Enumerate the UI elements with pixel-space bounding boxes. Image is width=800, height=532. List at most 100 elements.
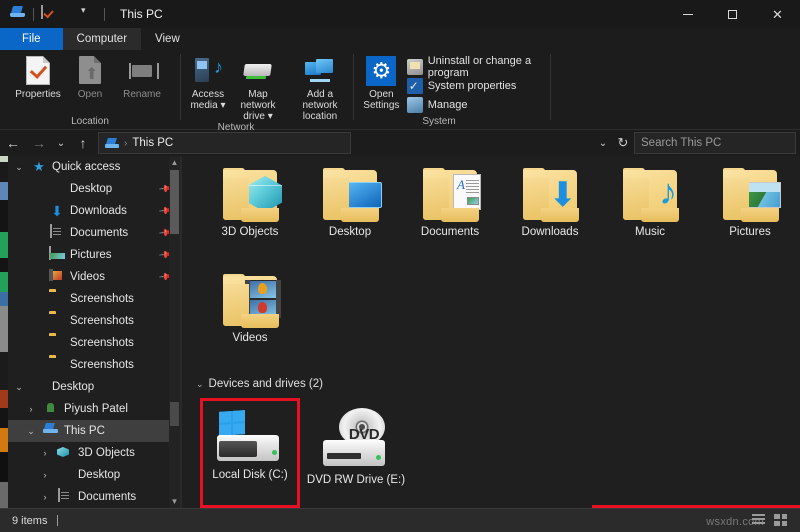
large-icons-view-icon[interactable] <box>774 513 790 528</box>
sidebar-item-label: 3D Objects <box>78 447 135 459</box>
chevron-down-icon[interactable]: ⌄ <box>196 379 204 390</box>
rename-button-label: Rename <box>123 89 161 100</box>
uninstall-or-change-program-button[interactable]: Uninstall or change a program <box>403 55 550 79</box>
sidebar-item-pictures[interactable]: › Pictures 📌 <box>8 244 180 266</box>
sidebar-item-documents[interactable]: › Documents 📌 <box>8 222 180 244</box>
details-view-icon[interactable] <box>752 513 768 528</box>
item-documents[interactable]: A Documents <box>400 162 500 268</box>
downloads-icon: ⬇ <box>51 203 63 219</box>
sidebar-item-label: Documents <box>78 491 137 503</box>
sidebar-item-screenshots-3[interactable]: › Screenshots <box>8 332 180 354</box>
map-network-drive-icon <box>242 56 274 86</box>
status-divider <box>57 515 59 526</box>
back-button[interactable]: ← <box>0 131 26 155</box>
maximize-button[interactable] <box>710 0 755 28</box>
chevron-right-icon[interactable]: › <box>38 470 52 480</box>
scroll-up-icon[interactable]: ▲ <box>169 156 180 169</box>
minimize-button[interactable] <box>665 0 710 28</box>
sidebar-item-documents-pc[interactable]: › Documents <box>8 486 180 508</box>
search-input[interactable]: Search This PC <box>634 132 796 154</box>
group-header-label: Devices and drives (2) <box>208 378 323 390</box>
item-music[interactable]: ♪ Music <box>600 162 700 268</box>
item-videos[interactable]: Videos <box>200 268 300 374</box>
item-label: Videos <box>232 332 268 344</box>
manage-button[interactable]: Manage <box>403 95 550 114</box>
this-pc-icon[interactable] <box>10 6 26 22</box>
sidebar-item-this-pc[interactable]: ⌄ This PC <box>8 420 180 442</box>
address-input[interactable]: › This PC <box>98 132 351 154</box>
folder-downloads-icon: ⬇ <box>517 168 583 222</box>
refresh-button[interactable]: ↻ <box>614 131 632 155</box>
open-settings-button[interactable]: ⚙ Open Settings <box>360 56 403 111</box>
navigation-pane[interactable]: ⌄ ★ Quick access › Desktop 📌 › ⬇ Downloa… <box>8 156 180 508</box>
tab-file[interactable]: File <box>0 28 63 50</box>
ribbon-group-location: Properties Open Rename Location <box>0 50 180 130</box>
sidebar-item-piyush-patel[interactable]: › Piyush Patel <box>8 398 180 420</box>
window-title: This PC <box>120 7 163 21</box>
item-dvd-rw-drive-e[interactable]: DVD DVD RW Drive (E:) <box>306 398 406 508</box>
map-network-drive-button[interactable]: Map network drive ▾ <box>231 56 285 122</box>
chevron-right-icon[interactable]: › <box>38 492 52 502</box>
recent-locations-button[interactable]: ⌄ <box>52 131 70 155</box>
sidebar-item-downloads[interactable]: › ⬇ Downloads 📌 <box>8 200 180 222</box>
delete-icon[interactable] <box>61 6 77 22</box>
forward-button[interactable]: → <box>26 131 52 155</box>
scroll-down-icon[interactable]: ▼ <box>169 495 180 508</box>
sidebar-item-label: Piyush Patel <box>64 403 128 415</box>
sidebar-item-quick-access[interactable]: ⌄ ★ Quick access <box>8 156 180 178</box>
ribbon-group-location-title: Location <box>71 116 109 127</box>
sidebar-item-videos[interactable]: › Videos 📌 <box>8 266 180 288</box>
rename-button[interactable]: Rename <box>116 56 168 100</box>
sidebar-item-screenshots-4[interactable]: › Screenshots <box>8 354 180 376</box>
breadcrumb-separator: › <box>124 137 128 149</box>
sidebar-item-3d-objects[interactable]: › 3D Objects <box>8 442 180 464</box>
sidebar-item-desktop[interactable]: › Desktop 📌 <box>8 178 180 200</box>
group-header-devices-and-drives[interactable]: ⌄ Devices and drives (2) <box>186 374 800 392</box>
pane-splitter[interactable] <box>180 156 182 508</box>
chevron-right-icon[interactable]: › <box>38 448 52 458</box>
window-controls: ✕ <box>665 0 800 28</box>
chevron-down-icon[interactable]: ⌄ <box>24 426 38 437</box>
open-button[interactable]: Open <box>64 56 116 100</box>
up-button[interactable]: ↑ <box>70 131 96 155</box>
ribbon-group-network-extra: Add a network location <box>291 50 353 130</box>
item-pictures[interactable]: Pictures <box>700 162 800 268</box>
sidebar-item-label: Desktop <box>70 183 113 195</box>
scrollbar-thumb[interactable] <box>170 170 179 234</box>
folders-grid: 3D Objects Desktop A Documents ⬇ Downloa… <box>186 156 800 374</box>
sidebar-item-label: Quick access <box>52 161 121 173</box>
sidebar-item-screenshots-2[interactable]: › Screenshots <box>8 310 180 332</box>
ribbon-group-network: ♪ Access media ▾ Map network drive ▾ Net… <box>181 50 291 133</box>
properties-button[interactable]: Properties <box>12 56 64 100</box>
documents-icon <box>58 488 60 502</box>
address-history-chevron-icon[interactable]: ⌄ <box>594 131 612 155</box>
add-network-location-button[interactable]: Add a network location <box>291 56 349 122</box>
sidebar-item-screenshots-1[interactable]: › Screenshots <box>8 288 180 310</box>
sidebar-item-label: Screenshots <box>70 315 134 327</box>
item-label: DVD RW Drive (E:) <box>306 474 406 486</box>
sidebar-scrollbar[interactable]: ▲ ▼ <box>169 156 180 508</box>
scrollbar-thumb-secondary[interactable] <box>170 402 179 426</box>
item-local-disk-c[interactable]: Local Disk (C:) <box>200 398 300 508</box>
sidebar-item-desktop-root[interactable]: ⌄ Desktop <box>8 376 180 398</box>
ribbon: Properties Open Rename Location <box>0 50 800 133</box>
sidebar-item-desktop-pc[interactable]: › Desktop <box>8 464 180 486</box>
folder-videos-icon <box>217 274 283 328</box>
close-button[interactable]: ✕ <box>755 0 800 28</box>
chevron-down-icon[interactable]: ⌄ <box>12 162 26 173</box>
sidebar-item-label: Screenshots <box>70 359 134 371</box>
open-button-label: Open <box>77 89 103 100</box>
customize-chevron-icon[interactable]: ▾ <box>81 6 97 22</box>
system-properties-button[interactable]: System properties <box>403 76 550 95</box>
access-media-button[interactable]: ♪ Access media ▾ <box>185 56 231 111</box>
item-desktop[interactable]: Desktop <box>300 162 400 268</box>
tab-computer[interactable]: Computer <box>62 28 142 50</box>
file-list-pane[interactable]: 3D Objects Desktop A Documents ⬇ Downloa… <box>186 156 800 508</box>
item-3d-objects[interactable]: 3D Objects <box>200 162 300 268</box>
add-network-location-icon <box>304 56 336 86</box>
properties-icon[interactable] <box>41 5 57 22</box>
chevron-right-icon[interactable]: › <box>24 404 38 414</box>
tab-view[interactable]: View <box>141 28 194 50</box>
chevron-down-icon[interactable]: ⌄ <box>12 382 26 393</box>
item-downloads[interactable]: ⬇ Downloads <box>500 162 600 268</box>
